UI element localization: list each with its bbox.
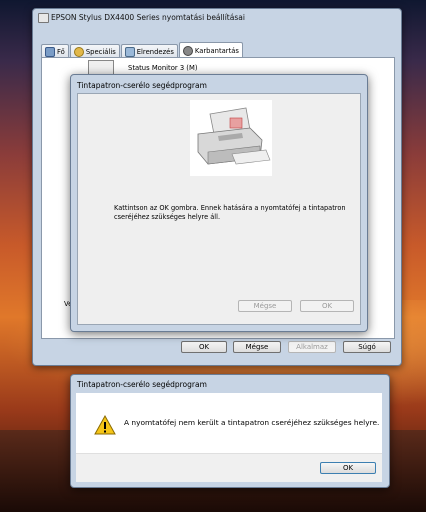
wizard-body: Kattintson az OK gombra. Ennek hatására … [77, 93, 361, 325]
tab-bar: Fő Speciális Elrendezés Karbantartás [41, 42, 244, 58]
printer-icon [38, 13, 49, 23]
message-text: A nyomtatófej nem került a tintapatron c… [124, 418, 380, 427]
maintenance-tab-icon [182, 45, 193, 56]
advanced-tab-icon [73, 46, 84, 57]
help-button[interactable]: Súgó [343, 341, 391, 353]
cartridge-wizard-dialog: Tintapatron-cserélo segédprogram Kattint… [70, 74, 368, 332]
cancel-button[interactable]: Mégse [233, 341, 281, 353]
tab-advanced[interactable]: Speciális [69, 44, 120, 58]
tab-maintenance[interactable]: Karbantartás [178, 42, 243, 58]
warning-message-box: Tintapatron-cserélo segédprogram A nyomt… [70, 374, 390, 488]
printer-illustration [190, 100, 272, 176]
layout-tab-icon [124, 46, 135, 57]
status-monitor-label[interactable]: Status Monitor 3 (M) [128, 64, 197, 72]
tab-label: Speciális [85, 47, 116, 56]
message-footer: OK [76, 453, 382, 482]
window-title: EPSON Stylus DX4400 Series nyomtatási be… [51, 13, 245, 22]
wizard-title: Tintapatron-cserélo segédprogram [77, 81, 207, 90]
wizard-ok-button[interactable]: OK [300, 300, 354, 312]
tab-label: Fő [57, 47, 65, 56]
ok-button[interactable]: OK [181, 341, 227, 353]
tab-label: Karbantartás [194, 46, 239, 55]
message-body: A nyomtatófej nem került a tintapatron c… [76, 393, 382, 453]
message-title: Tintapatron-cserélo segédprogram [77, 380, 207, 389]
main-tab-icon [45, 46, 55, 57]
apply-button[interactable]: Alkalmaz [288, 341, 336, 353]
tab-layout[interactable]: Elrendezés [120, 44, 178, 58]
message-ok-button[interactable]: OK [320, 462, 376, 474]
wizard-cancel-button[interactable]: Mégse [238, 300, 292, 312]
wizard-instruction: Kattintson az OK gombra. Ennek hatására … [114, 204, 346, 221]
tab-label: Elrendezés [136, 47, 174, 56]
warning-icon [94, 415, 116, 435]
tab-main[interactable]: Fő [41, 44, 69, 58]
